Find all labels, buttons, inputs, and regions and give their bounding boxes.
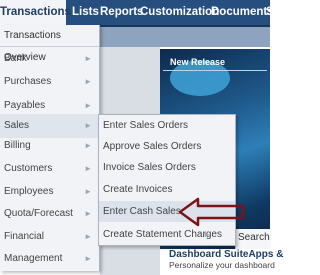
menu-item-label: Employees — [4, 186, 54, 197]
tab-truncated[interactable]: S — [266, 0, 274, 25]
submenu-arrow-icon: ► — [84, 232, 92, 241]
submenu-arrow-icon: ► — [84, 77, 92, 86]
tab-reports[interactable]: Reports — [100, 0, 143, 25]
submenu-item-enter-sales-orders[interactable]: Enter Sales Orders — [99, 115, 235, 136]
menu-item-label: Purchases — [4, 76, 52, 87]
background-text-fragment: it — [236, 210, 241, 220]
tab-lists[interactable]: Lists — [72, 0, 99, 25]
submenu-arrow-icon: ► — [84, 209, 92, 218]
submenu-item-approve-sales-orders[interactable]: Approve Sales Orders — [99, 136, 235, 157]
menu-item-financial[interactable]: Financial ► — [0, 225, 99, 249]
menu-item-label: Billing — [4, 140, 31, 151]
menu-item-purchases[interactable]: Purchases ► — [0, 70, 99, 94]
sales-submenu: Enter Sales Orders Approve Sales Orders … — [98, 114, 236, 246]
menu-item-billing[interactable]: Billing ► — [0, 134, 99, 158]
menu-item-label: Sales — [4, 120, 30, 131]
submenu-arrow-icon: ► — [84, 141, 92, 150]
menu-item-label: Bank — [4, 53, 27, 64]
menu-item-label: Customers — [4, 163, 53, 174]
banner-title: New Release — [170, 57, 226, 67]
menu-item-customers[interactable]: Customers ► — [0, 157, 99, 181]
submenu-arrow-icon: ► — [203, 230, 211, 239]
menu-item-label: Quota/Forecast — [4, 208, 73, 219]
search-label[interactable]: Search — [238, 232, 270, 243]
top-navigation-bar: Transactions Lists Reports Customization… — [0, 0, 274, 27]
submenu-arrow-icon: ► — [84, 187, 92, 196]
portlet-header-band — [100, 27, 270, 47]
menu-item-transactions-overview[interactable]: Transactions Overview — [0, 25, 99, 63]
submenu-item-create-invoices[interactable]: Create Invoices — [99, 179, 235, 200]
menu-item-bank[interactable]: Bank ► — [0, 47, 99, 71]
menu-item-label: Financial — [4, 231, 45, 242]
submenu-arrow-icon: ► — [84, 54, 92, 63]
submenu-arrow-icon: ► — [84, 254, 92, 263]
menu-item-management[interactable]: Management ► — [0, 247, 99, 271]
submenu-item-invoice-sales-orders[interactable]: Invoice Sales Orders — [99, 157, 235, 178]
dashboard-suiteapps-title[interactable]: Dashboard SuiteApps & — [169, 249, 283, 260]
tab-customization[interactable]: Customization — [140, 0, 219, 25]
menu-item-label: Management — [4, 253, 63, 264]
submenu-item-create-statement-charges[interactable]: Create Statement Charges ► — [99, 224, 235, 245]
banner-divider — [163, 70, 267, 71]
tab-documents[interactable]: Documents — [211, 0, 274, 25]
submenu-item-enter-cash-sales[interactable]: Enter Cash Sales — [99, 201, 235, 222]
tab-transactions[interactable]: Transactions — [0, 0, 71, 25]
submenu-arrow-icon: ► — [84, 164, 92, 173]
dashboard-suiteapps-subtitle: Personalize your dashboard — [169, 260, 275, 270]
menu-item-quota-forecast[interactable]: Quota/Forecast ► — [0, 202, 99, 226]
menu-item-label: Payables — [4, 100, 46, 111]
menu-item-employees[interactable]: Employees ► — [0, 180, 99, 204]
